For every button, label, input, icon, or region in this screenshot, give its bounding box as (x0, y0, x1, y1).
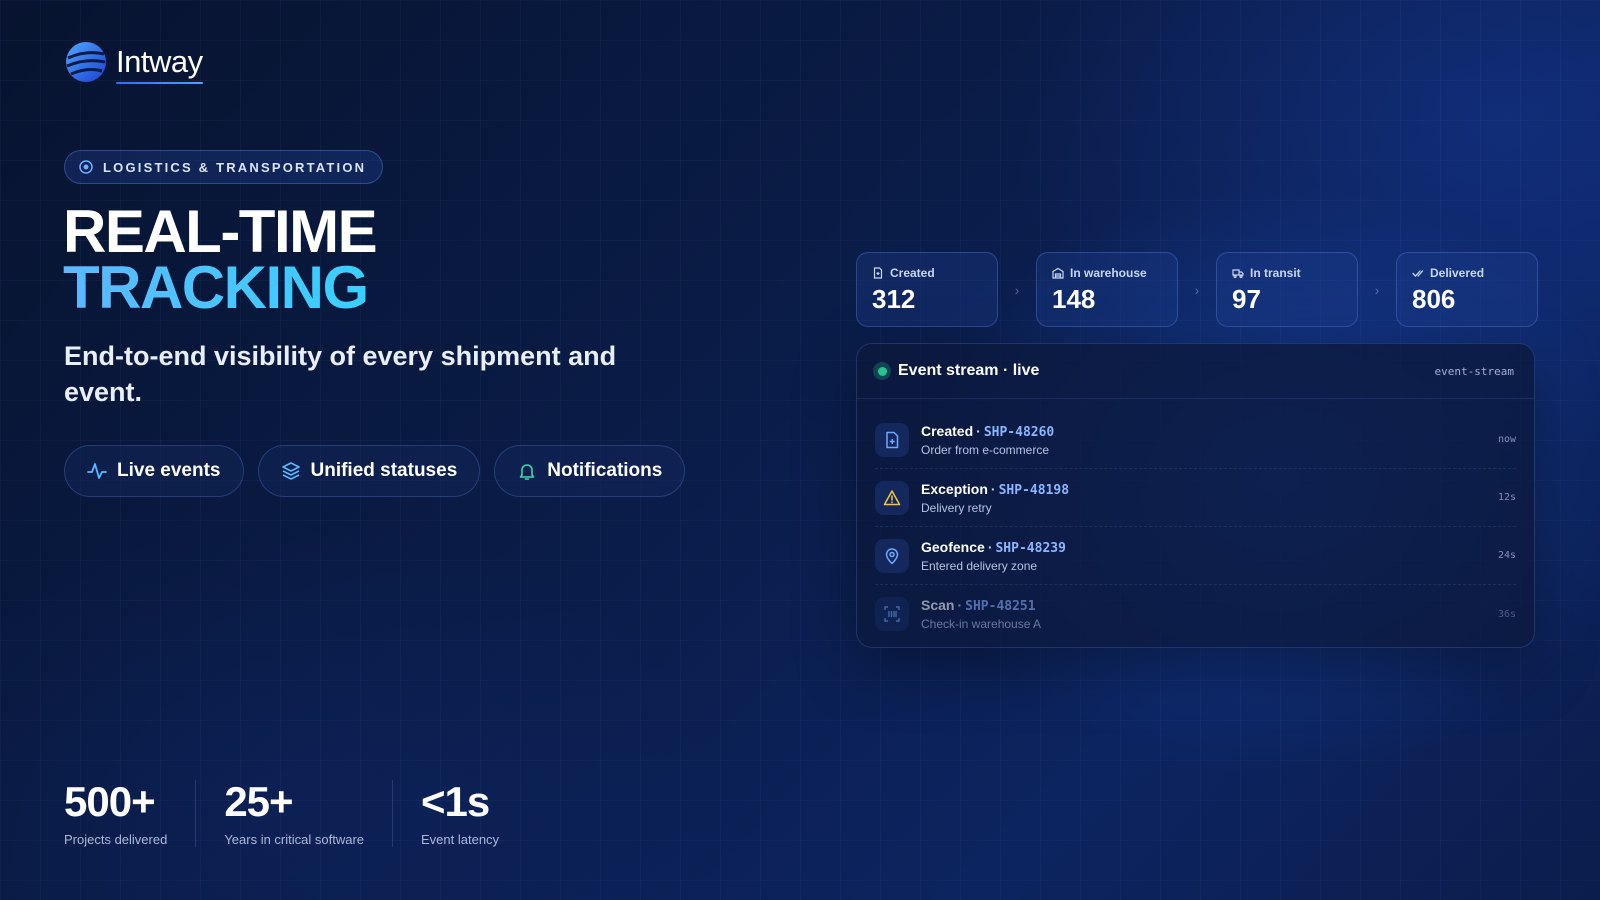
shipment-id: SHP-48251 (965, 599, 1036, 614)
chevron-right-icon: › (1374, 281, 1380, 298)
warning-icon (875, 480, 909, 515)
status-card-in-transit[interactable]: In transit 97 (1216, 252, 1358, 327)
title-line-2: TRACKING (63, 258, 376, 318)
event-stream-header: Event stream · live event-stream (857, 344, 1534, 399)
status-count: 312 (872, 284, 916, 314)
event-stream-title: Event stream · live (898, 362, 1040, 379)
layers-icon (281, 462, 300, 480)
status-card-created[interactable]: Created 312 (856, 252, 998, 327)
activity-icon (87, 463, 107, 479)
chip-label: Notifications (547, 460, 663, 481)
stat-latency: <1s Event latency (421, 778, 527, 848)
stat-years: 25+ Years in critical software (224, 778, 394, 847)
feature-chips: Live events Unified statuses Notificatio… (64, 445, 686, 497)
file-icon (873, 267, 883, 279)
stat-label: Years in critical software (224, 832, 365, 847)
chevron-right-icon: › (1014, 281, 1020, 298)
shipment-id: SHP-48239 (995, 540, 1066, 556)
route-icon (79, 160, 93, 174)
bell-icon (519, 464, 535, 480)
subheading: End-to-end visibility of every shipment … (64, 341, 617, 407)
check-icon (1412, 270, 1424, 277)
category-tag: LOGISTICS & TRANSPORTATION (64, 150, 384, 184)
file-plus-icon (875, 422, 909, 457)
event-detail: Delivery retry (921, 500, 992, 515)
status-label: Delivered (1430, 266, 1485, 280)
status-count: 97 (1232, 284, 1261, 314)
stat-value: 500+ (64, 778, 156, 825)
event-detail: Order from e-commerce (921, 442, 1050, 457)
event-detail: Entered delivery zone (921, 558, 1038, 573)
stat-label: Projects delivered (64, 832, 168, 847)
event-type: Geofence (921, 538, 985, 555)
event-type: Exception (921, 480, 988, 497)
event-list: Created · SHP-48260 Order from e-commerce … (857, 399, 1534, 643)
status-label: Created (890, 266, 935, 280)
brand-logo[interactable]: Intway (64, 40, 203, 84)
stat-value: <1s (421, 778, 490, 825)
page-title: REAL-TIME TRACKING (63, 198, 378, 318)
truck-icon (1232, 269, 1244, 279)
stat-label: Event latency (421, 832, 500, 847)
barcode-icon (875, 597, 909, 631)
status-count: 806 (1412, 284, 1456, 314)
stat-projects: 500+ Projects delivered (64, 778, 197, 847)
status-count: 148 (1052, 284, 1096, 314)
chip-label: Unified statuses (310, 460, 458, 481)
event-time: now (1497, 434, 1516, 445)
event-detail: Check-in warehouse A (921, 617, 1042, 631)
event-time: 12s (1497, 492, 1516, 503)
globe-logo-icon (66, 42, 106, 82)
event-row[interactable]: Scan · SHP-48251 Check-in warehouse A 36s (875, 585, 1516, 643)
shipment-id: SHP-48198 (998, 482, 1070, 498)
live-indicator-icon (873, 362, 891, 380)
chevron-right-icon: › (1194, 281, 1200, 298)
event-row[interactable]: Created · SHP-48260 Order from e-commerce … (875, 411, 1516, 469)
shipment-id: SHP-48260 (983, 424, 1055, 440)
status-label: In transit (1250, 266, 1301, 280)
status-label: In warehouse (1070, 266, 1147, 280)
status-card-in-warehouse[interactable]: In warehouse 148 (1036, 252, 1178, 327)
event-type: Created (921, 422, 974, 439)
event-time: 36s (1497, 608, 1516, 620)
event-time: 24s (1497, 550, 1516, 561)
chip-notifications[interactable]: Notifications (494, 445, 686, 497)
event-stream-tag: event-stream (1434, 364, 1514, 378)
event-type: Scan (921, 597, 955, 613)
stats-row: 500+ Projects delivered 25+ Years in cri… (64, 780, 555, 847)
event-row[interactable]: Exception · SHP-48198 Delivery retry 12s (875, 469, 1516, 527)
status-pipeline: Created 312 › In warehouse 148 › In tran… (856, 252, 1538, 327)
brand-name: Intway (116, 44, 203, 84)
status-card-delivered[interactable]: Delivered 806 (1396, 252, 1538, 327)
chip-label: Live events (117, 460, 221, 481)
chip-unified-statuses[interactable]: Unified statuses (257, 445, 481, 497)
stat-value: 25+ (224, 778, 293, 825)
warehouse-icon (1052, 267, 1064, 279)
event-stream-panel: Event stream · live event-stream Created… (856, 343, 1535, 648)
category-tag-label: LOGISTICS & TRANSPORTATION (103, 159, 367, 175)
chip-live-events[interactable]: Live events (64, 445, 244, 497)
event-row[interactable]: Geofence · SHP-48239 Entered delivery zone… (875, 527, 1516, 585)
title-line-1: REAL-TIME (63, 198, 378, 265)
map-pin-icon (875, 538, 909, 573)
